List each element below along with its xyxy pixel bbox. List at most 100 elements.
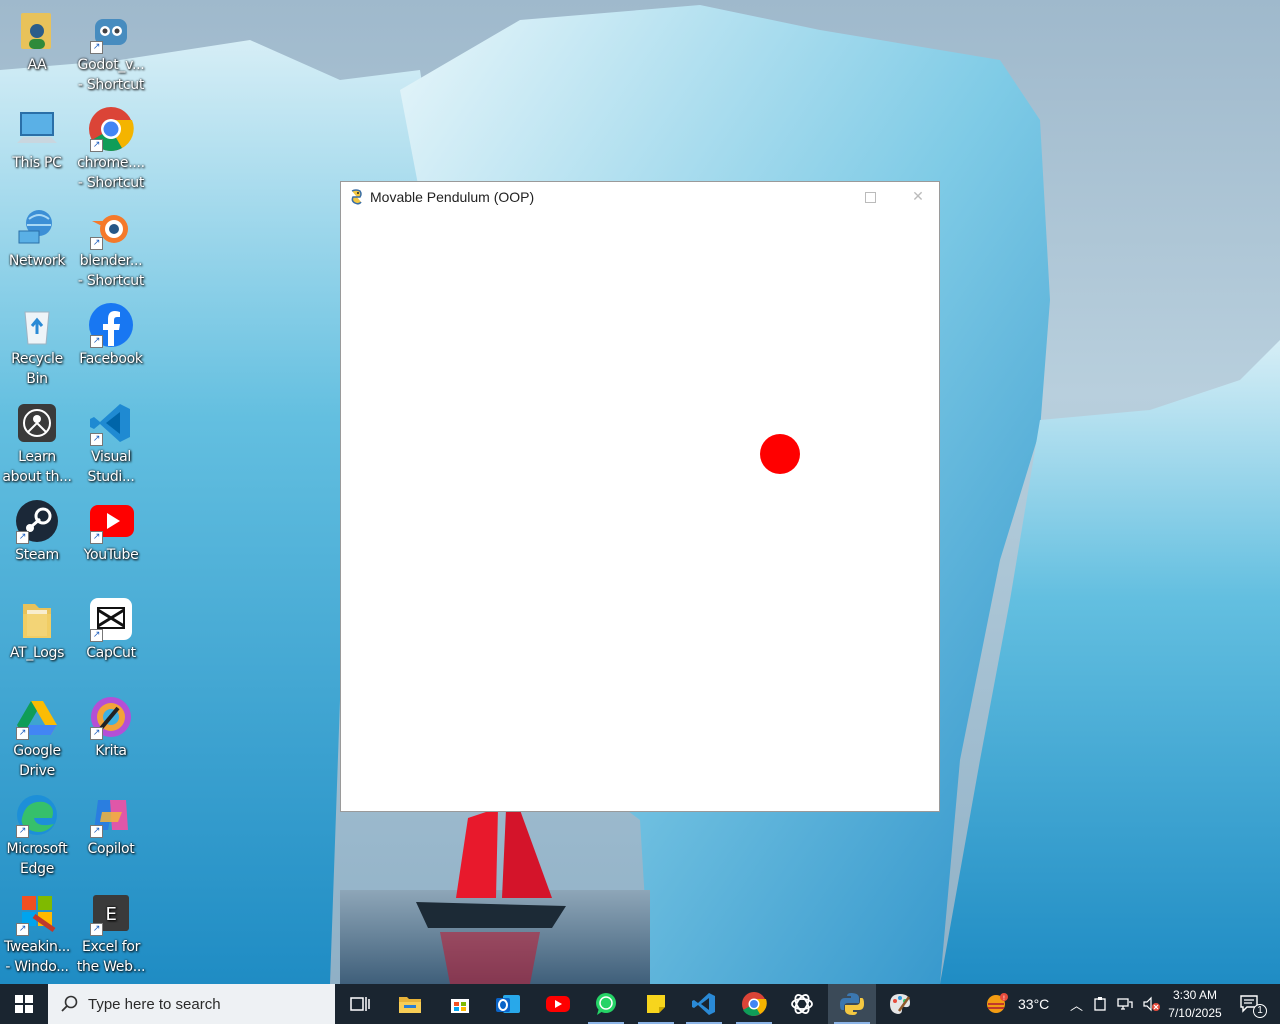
capcut-icon: ↗ — [88, 596, 134, 642]
desktop-icon-blender[interactable]: ↗ blender... - Shortcut — [74, 204, 148, 291]
desktop-icon-krita[interactable]: ↗ Krita — [74, 694, 148, 761]
network-icon[interactable] — [1117, 996, 1133, 1012]
maximize-icon — [864, 191, 876, 203]
vscode-icon: ↗ — [88, 400, 134, 446]
desktop-icon-this-pc[interactable]: This PC — [0, 106, 74, 173]
desktop-icon-label: Copilot — [87, 841, 135, 857]
this-pc-icon — [14, 106, 60, 152]
desktop-icon-network[interactable]: Network — [0, 204, 74, 271]
folder-icon — [14, 596, 60, 642]
pendulum-window[interactable]: Movable Pendulum (OOP) ✕ — [340, 181, 940, 812]
task-view-button[interactable] — [336, 984, 384, 1024]
taskbar: Type here to search ! 33°C ︿ 3:30 AM 7/1… — [0, 984, 1280, 1024]
desktop-icon-label: Visual Studi... — [87, 449, 135, 485]
tweaking-icon: ↗ — [14, 890, 60, 936]
desktop-icon-steam[interactable]: ↗ Steam — [0, 498, 74, 565]
desktop-icon-label: Microsoft Edge — [6, 841, 68, 877]
copilot-icon: ↗ — [88, 792, 134, 838]
desktop-icon-label: Godot_v... - Shortcut — [77, 57, 145, 93]
task-view-icon — [350, 997, 370, 1011]
desktop-icon-at-logs[interactable]: AT_Logs — [0, 596, 74, 663]
taskbar-paint[interactable] — [876, 984, 924, 1024]
desktop-icon-vscode[interactable]: ↗ Visual Studi... — [74, 400, 148, 487]
clock-time: 3:30 AM — [1172, 988, 1218, 1002]
excel-web-icon: E ↗ — [88, 890, 134, 936]
desktop-icon-label: Google Drive — [13, 743, 61, 779]
desktop-icon-aa[interactable]: AA — [0, 8, 74, 75]
desktop-icon-capcut[interactable]: ↗ CapCut — [74, 596, 148, 663]
taskbar-outlook[interactable] — [484, 984, 532, 1024]
window-title: Movable Pendulum (OOP) — [370, 189, 535, 205]
search-placeholder: Type here to search — [88, 995, 221, 1013]
chatgpt-icon — [791, 994, 813, 1014]
facebook-icon: ↗ — [88, 302, 134, 348]
start-button[interactable] — [0, 984, 48, 1024]
desktop-icon-edge[interactable]: ↗ Microsoft Edge — [0, 792, 74, 879]
desktop-icon-facebook[interactable]: ↗ Facebook — [74, 302, 148, 369]
pendulum-canvas[interactable] — [341, 212, 939, 811]
file-explorer-icon — [399, 997, 421, 1013]
pendulum-bob[interactable] — [760, 434, 800, 474]
desktop-icon-label: This PC — [12, 155, 62, 171]
chrome-icon: ↗ — [88, 106, 134, 152]
desktop-icon-copilot[interactable]: ↗ Copilot — [74, 792, 148, 859]
windows-logo-icon — [15, 995, 33, 1013]
weather-hot-icon: ! — [987, 993, 1008, 1013]
youtube-icon: ↗ — [88, 498, 134, 544]
whatsapp-icon — [596, 993, 616, 1015]
desktop-icon-learn[interactable]: Learn about th... — [0, 400, 74, 487]
desktop-icon-tweaking[interactable]: ↗ Tweakin... - Windo... — [0, 890, 74, 977]
microsoft-store-icon — [451, 999, 469, 1013]
volume-muted-icon[interactable] — [1143, 996, 1161, 1012]
meet-now-icon[interactable] — [1093, 996, 1107, 1012]
taskbar-chatgpt[interactable] — [778, 984, 826, 1024]
close-button[interactable]: ✕ — [907, 186, 929, 208]
taskbar-whatsapp[interactable] — [582, 984, 630, 1024]
pygame-snake-icon — [351, 189, 362, 205]
window-titlebar[interactable]: Movable Pendulum (OOP) ✕ — [341, 182, 939, 212]
desktop-icon-label: Learn about th... — [2, 449, 72, 485]
desktop-icon-label: AT_Logs — [9, 645, 65, 661]
network-icon — [14, 204, 60, 250]
desktop-icon-label: CapCut — [86, 645, 136, 661]
desktop-icon-label: YouTube — [83, 547, 139, 563]
temperature-label: 33°C — [1018, 996, 1050, 1012]
desktop-icon-label: Tweakin... - Windo... — [3, 939, 71, 975]
taskbar-chrome[interactable] — [730, 984, 778, 1024]
show-hidden-icons-chevron-icon[interactable]: ︿ — [1070, 995, 1083, 1014]
notification-count: 1 — [1253, 1004, 1267, 1018]
taskbar-vscode[interactable] — [680, 984, 728, 1024]
desktop-icon-label: Recycle Bin — [11, 351, 63, 387]
desktop-icon-label: Krita — [95, 743, 127, 759]
close-icon: ✕ — [912, 189, 924, 205]
taskbar-search-box[interactable]: Type here to search — [48, 984, 335, 1024]
desktop-icon-excel-web[interactable]: E ↗ Excel for the Web... — [74, 890, 148, 977]
desktop-icon-youtube[interactable]: ↗ YouTube — [74, 498, 148, 565]
desktop-icon-godot[interactable]: ↗ Godot_v... - Shortcut — [74, 8, 148, 95]
desktop-icon-label: chrome.... - Shortcut — [77, 155, 145, 191]
weather-widget[interactable]: ! 33°C — [984, 984, 1049, 1024]
edge-icon: ↗ — [14, 792, 60, 838]
taskbar-sticky-notes[interactable] — [632, 984, 680, 1024]
search-icon — [61, 995, 78, 1012]
maximize-button[interactable] — [859, 186, 881, 208]
outlook-icon — [496, 995, 520, 1013]
chrome-icon — [742, 992, 767, 1016]
desktop-icon-google-drive[interactable]: ↗ Google Drive — [0, 694, 74, 781]
taskbar-microsoft-store[interactable] — [436, 984, 484, 1024]
desktop-icon-recycle-bin[interactable]: Recycle Bin — [0, 302, 74, 389]
desktop-icon-label: AA — [27, 57, 47, 73]
desktop-icon-chrome[interactable]: ↗ chrome.... - Shortcut — [74, 106, 148, 193]
taskbar-file-explorer[interactable] — [386, 984, 434, 1024]
desktop-icon-label: Network — [8, 253, 66, 269]
action-center-button[interactable]: 1 — [1236, 984, 1267, 1024]
taskbar-youtube[interactable] — [534, 984, 582, 1024]
recycle-bin-icon — [14, 302, 60, 348]
user-folder-icon — [14, 8, 60, 54]
taskbar-clock[interactable]: 3:30 AM 7/10/2025 — [1160, 986, 1230, 1022]
taskbar-python[interactable] — [828, 984, 876, 1024]
vscode-icon — [692, 993, 715, 1015]
youtube-icon — [546, 996, 570, 1012]
desktop-icon-label: Excel for the Web... — [76, 939, 146, 975]
blender-icon: ↗ — [88, 204, 134, 250]
